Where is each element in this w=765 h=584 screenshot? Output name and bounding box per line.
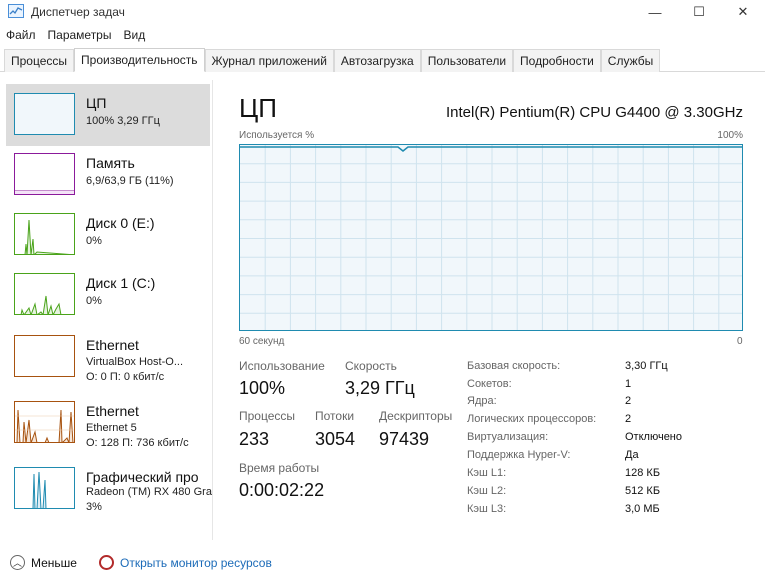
l2-cache-value: 512 КБ <box>625 485 661 497</box>
disk-0-thumbnail-graph <box>14 213 75 255</box>
tab-processes[interactable]: Процессы <box>4 49 75 72</box>
speed-value: 3,29 ГГц <box>345 378 415 398</box>
virtualization-value: Отключено <box>625 431 682 443</box>
sockets-label: Сокетов: <box>467 378 512 390</box>
sidebar-item-title: Ethernet <box>86 337 139 353</box>
l1-cache-value: 128 КБ <box>625 467 661 479</box>
handles-value: 97439 <box>379 429 430 449</box>
menu-file[interactable]: Файл <box>0 26 42 46</box>
sockets-value: 1 <box>625 378 632 390</box>
task-manager-app-icon <box>8 4 24 18</box>
sidebar-item-memory[interactable]: Память 6,9/63,9 ГБ (11%) <box>6 144 210 206</box>
maximize-button[interactable]: ☐ <box>677 0 721 24</box>
sidebar-item-ethernet-virtualbox[interactable]: Ethernet VirtualBox Host-O... О: 0 П: 0 … <box>6 326 210 388</box>
cores-value: 2 <box>625 395 632 407</box>
cpu-utilization-plot <box>240 145 742 330</box>
tab-details[interactable]: Подробности <box>513 49 601 72</box>
resource-monitor-icon <box>99 555 114 570</box>
window-title: Диспетчер задач <box>31 5 125 19</box>
cpu-utilization-graph <box>239 144 743 331</box>
chevron-up-icon: ︿ <box>10 555 25 570</box>
uptime-value: 0:00:02:22 <box>239 480 325 500</box>
fewer-details-button[interactable]: ︿ Меньше <box>10 555 77 570</box>
sidebar-item-utilization: 3% <box>86 501 102 513</box>
disk-1-thumbnail-graph <box>14 273 75 315</box>
tab-app-history[interactable]: Журнал приложений <box>204 49 334 72</box>
sidebar-item-subtitle: 0% <box>86 235 102 247</box>
usage-label: Использование <box>239 359 325 373</box>
logical-processors-label: Логических процессоров: <box>467 413 597 425</box>
sidebar-item-title: Диск 0 (E:) <box>86 215 155 231</box>
tab-strip: Процессы Производительность Журнал прило… <box>4 48 661 72</box>
sidebar-item-disk-1[interactable]: Диск 1 (C:) 0% <box>6 264 210 326</box>
title-bar: Диспетчер задач — ☐ ✕ <box>0 0 765 24</box>
ethernet-5-thumbnail-graph <box>14 401 75 443</box>
cpu-model-name: Intel(R) Pentium(R) CPU G4400 @ 3.30GHz <box>446 104 743 121</box>
sidebar-item-subtitle: 6,9/63,9 ГБ (11%) <box>86 175 174 187</box>
close-button[interactable]: ✕ <box>721 0 765 24</box>
sidebar-item-subtitle: VirtualBox Host-O... <box>86 356 183 368</box>
l2-cache-label: Кэш L2: <box>467 485 507 497</box>
graph-zero-label: 0 <box>737 336 743 347</box>
cpu-thumbnail-graph <box>14 93 75 135</box>
sidebar-item-title: Память <box>86 155 135 171</box>
graph-y-label: Используется % <box>239 130 315 141</box>
ethernet-virtualbox-thumbnail-graph <box>14 335 75 377</box>
performance-sidebar: ЦП 100% 3,29 ГГц Память 6,9/63,9 ГБ (11%… <box>0 80 212 540</box>
sidebar-item-throughput: О: 0 П: 0 кбит/с <box>86 371 165 383</box>
processes-value: 233 <box>239 429 270 449</box>
sidebar-divider <box>212 80 213 540</box>
sidebar-item-title: Диск 1 (C:) <box>86 275 156 291</box>
base-speed-value: 3,30 ГГц <box>625 360 668 372</box>
handles-label: Дескрипторы <box>379 409 453 423</box>
tab-services[interactable]: Службы <box>600 49 661 72</box>
l1-cache-label: Кэш L1: <box>467 467 507 479</box>
l3-cache-label: Кэш L3: <box>467 503 507 515</box>
tab-startup[interactable]: Автозагрузка <box>333 49 421 72</box>
l3-cache-value: 3,0 МБ <box>625 503 660 515</box>
menu-options[interactable]: Параметры <box>42 26 118 46</box>
page-title: ЦП <box>239 93 277 123</box>
hyper-v-label: Поддержка Hyper-V: <box>467 449 571 461</box>
sidebar-item-throughput: О: 128 П: 736 кбит/с <box>86 437 189 449</box>
sidebar-item-subtitle: 100% 3,29 ГГц <box>86 115 160 127</box>
memory-thumbnail-graph <box>14 153 75 195</box>
sidebar-item-title: Графический про <box>86 469 199 485</box>
sidebar-item-title: ЦП <box>86 95 107 111</box>
footer: ︿ Меньше Открыть монитор ресурсов <box>0 548 765 578</box>
fewer-details-label: Меньше <box>31 555 77 570</box>
sidebar-item-subtitle: Radeon (TM) RX 480 Gra <box>86 486 212 498</box>
tab-users[interactable]: Пользователи <box>420 49 514 72</box>
sidebar-item-title: Ethernet <box>86 403 139 419</box>
uptime-label: Время работы <box>239 461 320 475</box>
speed-label: Скорость <box>345 359 397 373</box>
sidebar-item-subtitle: 0% <box>86 295 102 307</box>
graph-time-label: 60 секунд <box>239 336 285 347</box>
gpu-thumbnail-graph <box>14 467 75 509</box>
sidebar-item-disk-0[interactable]: Диск 0 (E:) 0% <box>6 204 210 266</box>
base-speed-label: Базовая скорость: <box>467 360 561 372</box>
open-resource-monitor-link[interactable]: Открыть монитор ресурсов <box>99 555 272 570</box>
open-resource-monitor-label: Открыть монитор ресурсов <box>120 555 272 570</box>
menu-view[interactable]: Вид <box>117 26 151 46</box>
menu-bar: Файл Параметры Вид <box>0 26 151 46</box>
tab-performance[interactable]: Производительность <box>74 48 205 72</box>
minimize-button[interactable]: — <box>633 0 677 24</box>
sidebar-item-gpu[interactable]: Графический про Radeon (TM) RX 480 Gra 3… <box>6 458 212 520</box>
threads-label: Потоки <box>315 409 355 423</box>
logical-processors-value: 2 <box>625 413 632 425</box>
sidebar-item-subtitle: Ethernet 5 <box>86 422 137 434</box>
sidebar-item-ethernet-5[interactable]: Ethernet Ethernet 5 О: 128 П: 736 кбит/с <box>6 392 210 454</box>
hyper-v-value: Да <box>625 449 639 461</box>
processes-label: Процессы <box>239 409 296 423</box>
virtualization-label: Виртуализация: <box>467 431 549 443</box>
cores-label: Ядра: <box>467 395 497 407</box>
usage-value: 100% <box>239 378 286 398</box>
graph-max-label: 100% <box>717 130 743 141</box>
threads-value: 3054 <box>315 429 356 449</box>
sidebar-item-cpu[interactable]: ЦП 100% 3,29 ГГц <box>6 84 210 146</box>
